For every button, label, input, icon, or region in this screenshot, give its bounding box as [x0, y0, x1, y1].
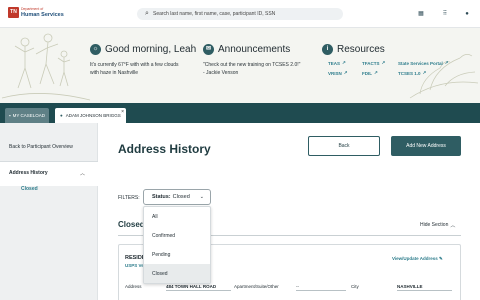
top-bar: TN Department of Human Services ⌕ ▦ ⠿ ● — [0, 0, 480, 28]
resource-link-fdil[interactable]: FDIL ↗ — [362, 70, 398, 76]
tab-bar: ▪ MY CASELOAD ● ADAM JOHNSON BRIGGS × — [0, 103, 480, 123]
chevron-up-icon: ︿ — [450, 223, 456, 229]
back-to-participant-link[interactable]: Back to Participant Overview — [9, 144, 73, 150]
tn-logo[interactable]: TN — [8, 7, 19, 18]
resource-link-vrisn[interactable]: VRISN ↗ — [328, 70, 362, 76]
usps-verified-badge: USPS Ve — [125, 263, 144, 268]
sidebar-item-address-history[interactable]: Address History ︿ — [0, 162, 98, 186]
tab-participant[interactable]: ● ADAM JOHNSON BRIGGS × — [55, 108, 126, 123]
close-icon[interactable]: × — [121, 109, 124, 115]
dept-line-1: Department of — [21, 7, 44, 11]
resources-title: Resources — [337, 44, 385, 55]
external-link-icon: ↗ — [343, 70, 348, 75]
address-label: Address — [125, 284, 142, 289]
page-title: Address History — [118, 142, 211, 156]
option-pending[interactable]: Pending — [144, 245, 210, 264]
user-icon[interactable]: ● — [462, 9, 472, 19]
resource-link-teas[interactable]: TEAS ↗ — [328, 60, 362, 66]
view-update-address-link[interactable]: View/Update Address ✎ — [392, 256, 443, 262]
option-all[interactable]: All — [144, 207, 210, 226]
search-icon: ⌕ — [145, 10, 149, 17]
family-illustration — [1, 33, 91, 101]
apt-label: Apartment/Suite/Other — [234, 284, 279, 289]
megaphone-icon: ✉ — [203, 44, 214, 55]
add-new-address-button[interactable]: Add New Address — [391, 136, 461, 156]
external-link-icon: ↗ — [374, 70, 378, 75]
chevron-down-icon: ⌄ — [199, 194, 204, 200]
filters-label: FILTERS: — [118, 195, 140, 201]
city-field-line — [397, 279, 452, 291]
resource-link-state-services-portal[interactable]: State Services Portal ↗ — [398, 60, 458, 66]
announcements-title: Announcements — [218, 44, 291, 55]
dashboard-banner: ☼ Good morning, Leah It's currently 67°F… — [0, 28, 480, 103]
status-dropdown-menu: All Confirmed Pending Closed — [143, 206, 211, 284]
greeting-block: ☼ Good morning, Leah It's currently 67°F… — [90, 44, 196, 77]
weather-text: It's currently 67°F with with a few clou… — [90, 62, 179, 76]
status-filter-select[interactable]: Status: Closed ⌄ — [143, 189, 211, 205]
sidebar: Back to Participant Overview Address His… — [0, 123, 98, 300]
info-icon: i — [322, 44, 333, 55]
apt-field-line — [296, 279, 346, 291]
calendar-icon[interactable]: ▦ — [416, 9, 426, 19]
weather-icon: ☼ — [90, 44, 101, 55]
back-button[interactable]: Back — [308, 136, 380, 156]
edit-icon: ✎ — [439, 256, 443, 261]
greeting-title: Good morning, Leah — [105, 44, 197, 55]
city-label: City — [351, 284, 359, 289]
tab-my-caseload[interactable]: ▪ MY CASELOAD — [5, 108, 50, 123]
resource-link-tcses[interactable]: TCSES 1.0 ↗ — [398, 70, 458, 76]
option-closed[interactable]: Closed — [144, 264, 210, 283]
chevron-up-icon[interactable]: ︿ — [80, 170, 85, 177]
grid-icon[interactable]: ⠿ — [440, 9, 450, 19]
resources-block: i Resources TEAS ↗ TFACTS ↗ State Services… — [322, 44, 458, 76]
dept-line-2: Human Services — [21, 12, 64, 18]
sidebar-subitem-closed[interactable]: Closed — [21, 186, 38, 192]
external-link-icon: ↗ — [381, 60, 386, 65]
person-icon: ● — [60, 113, 63, 118]
search-bar[interactable]: ⌕ — [137, 8, 343, 20]
announcement-text: "Check out the new training on TCSES 2.0… — [203, 62, 301, 76]
option-confirmed[interactable]: Confirmed — [144, 226, 210, 245]
caseload-icon: ▪ — [9, 113, 11, 118]
external-link-icon: ↗ — [444, 60, 449, 65]
resource-link-tfacts[interactable]: TFACTS ↗ — [362, 60, 398, 66]
search-input[interactable] — [153, 8, 339, 20]
external-link-icon: ↗ — [422, 70, 427, 75]
hide-section-toggle[interactable]: Hide Section ︿ — [420, 222, 455, 229]
section-title: Closed — [118, 220, 145, 229]
external-link-icon: ↗ — [342, 60, 346, 65]
announcements-block: ✉ Announcements "Check out the new train… — [203, 44, 303, 77]
